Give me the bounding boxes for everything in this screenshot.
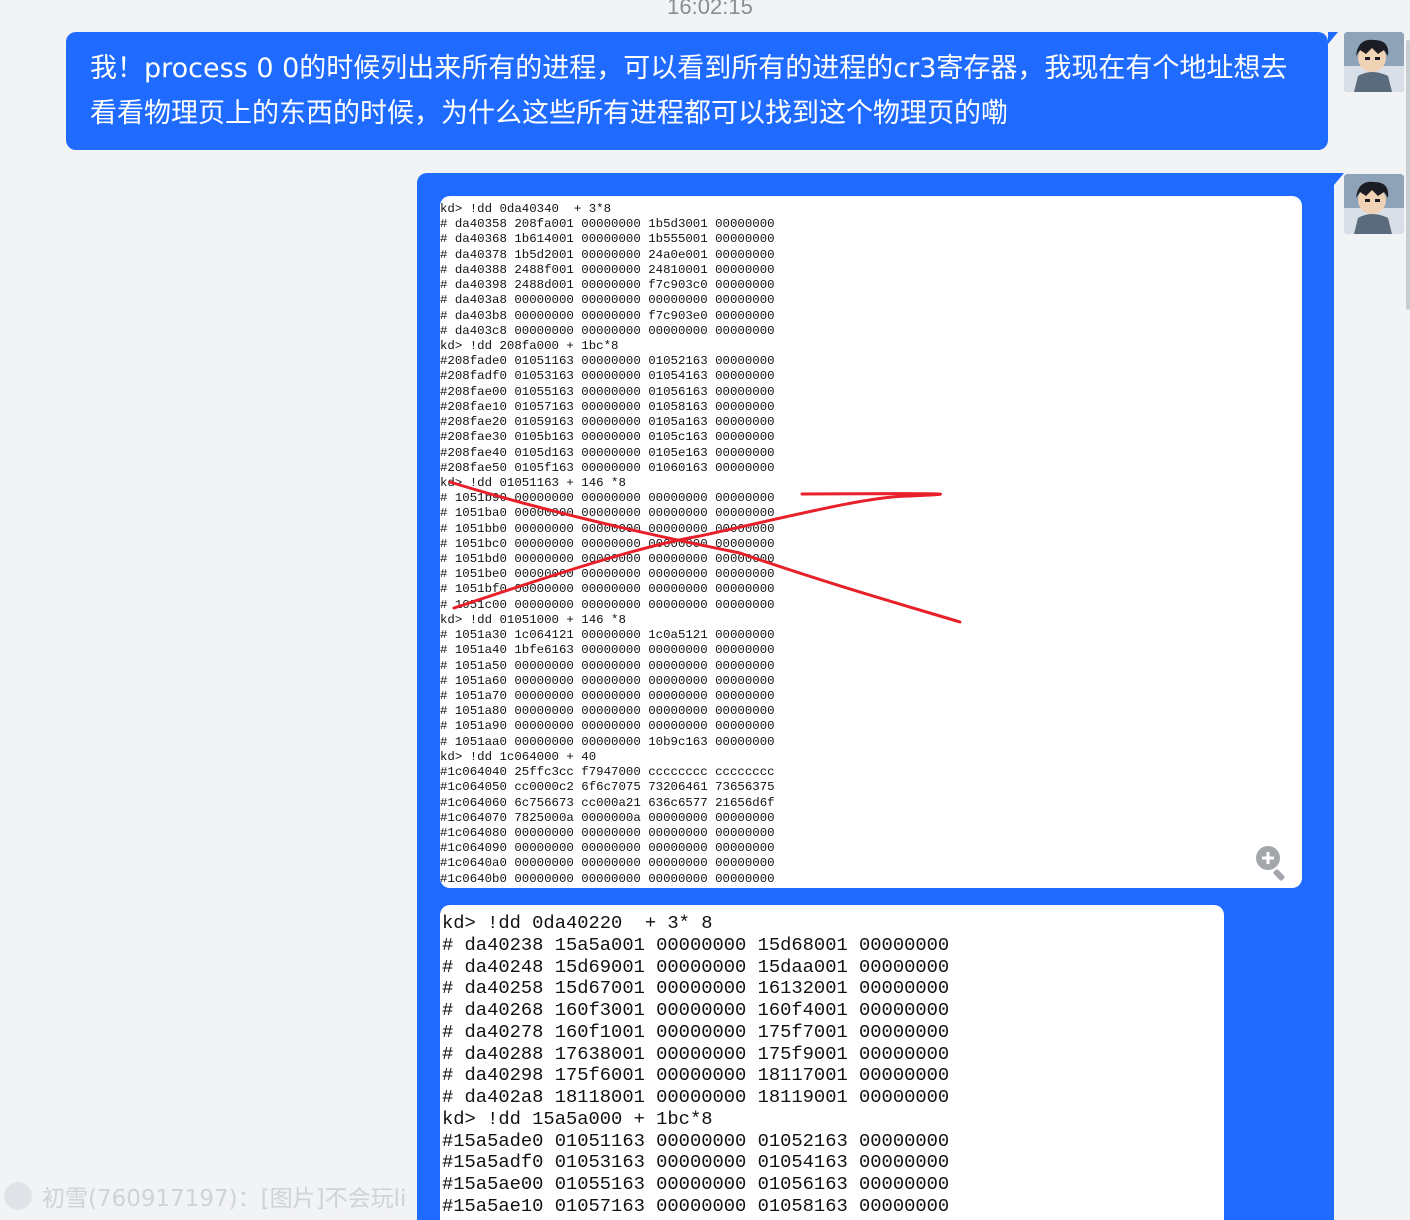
scrollbar[interactable] xyxy=(1406,40,1410,310)
zoom-in-button[interactable] xyxy=(1252,842,1292,882)
message-text: 我！process 0 0的时候列出来所有的进程，可以看到所有的进程的cr3寄存… xyxy=(90,53,1288,129)
magnifier-plus-icon xyxy=(1256,846,1285,881)
reply-avatar xyxy=(4,1182,32,1210)
reply-preview-text: 初雪(760917197)：[图片]不会玩li xyxy=(42,1186,407,1212)
debugger-screenshot-2[interactable]: kd> !dd 0da40220 + 3* 8 # da40238 15a5a0… xyxy=(440,905,1224,1220)
debugger-output-2: kd> !dd 0da40220 + 3* 8 # da40238 15a5a0… xyxy=(442,912,950,1217)
reply-preview[interactable]: 初雪(760917197)：[图片]不会玩li xyxy=(4,1180,414,1212)
user-avatar[interactable] xyxy=(1344,32,1404,92)
user-avatar-2[interactable] xyxy=(1344,174,1404,234)
debugger-output-1: kd> !dd 0da40340 + 3*8 # da40358 208fa00… xyxy=(440,202,775,886)
debugger-screenshot-1[interactable]: kd> !dd 0da40340 + 3*8 # da40358 208fa00… xyxy=(440,196,1302,888)
message-timestamp: 16:02:15 xyxy=(667,0,753,19)
message-bubble-text[interactable]: 我！process 0 0的时候列出来所有的进程，可以看到所有的进程的cr3寄存… xyxy=(66,32,1338,150)
